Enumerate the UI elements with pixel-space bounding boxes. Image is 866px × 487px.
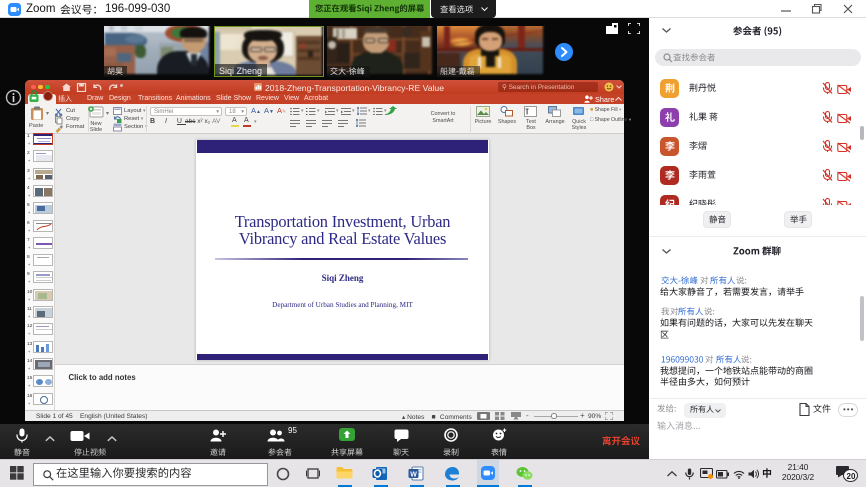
svg-text:W: W [410, 471, 417, 478]
